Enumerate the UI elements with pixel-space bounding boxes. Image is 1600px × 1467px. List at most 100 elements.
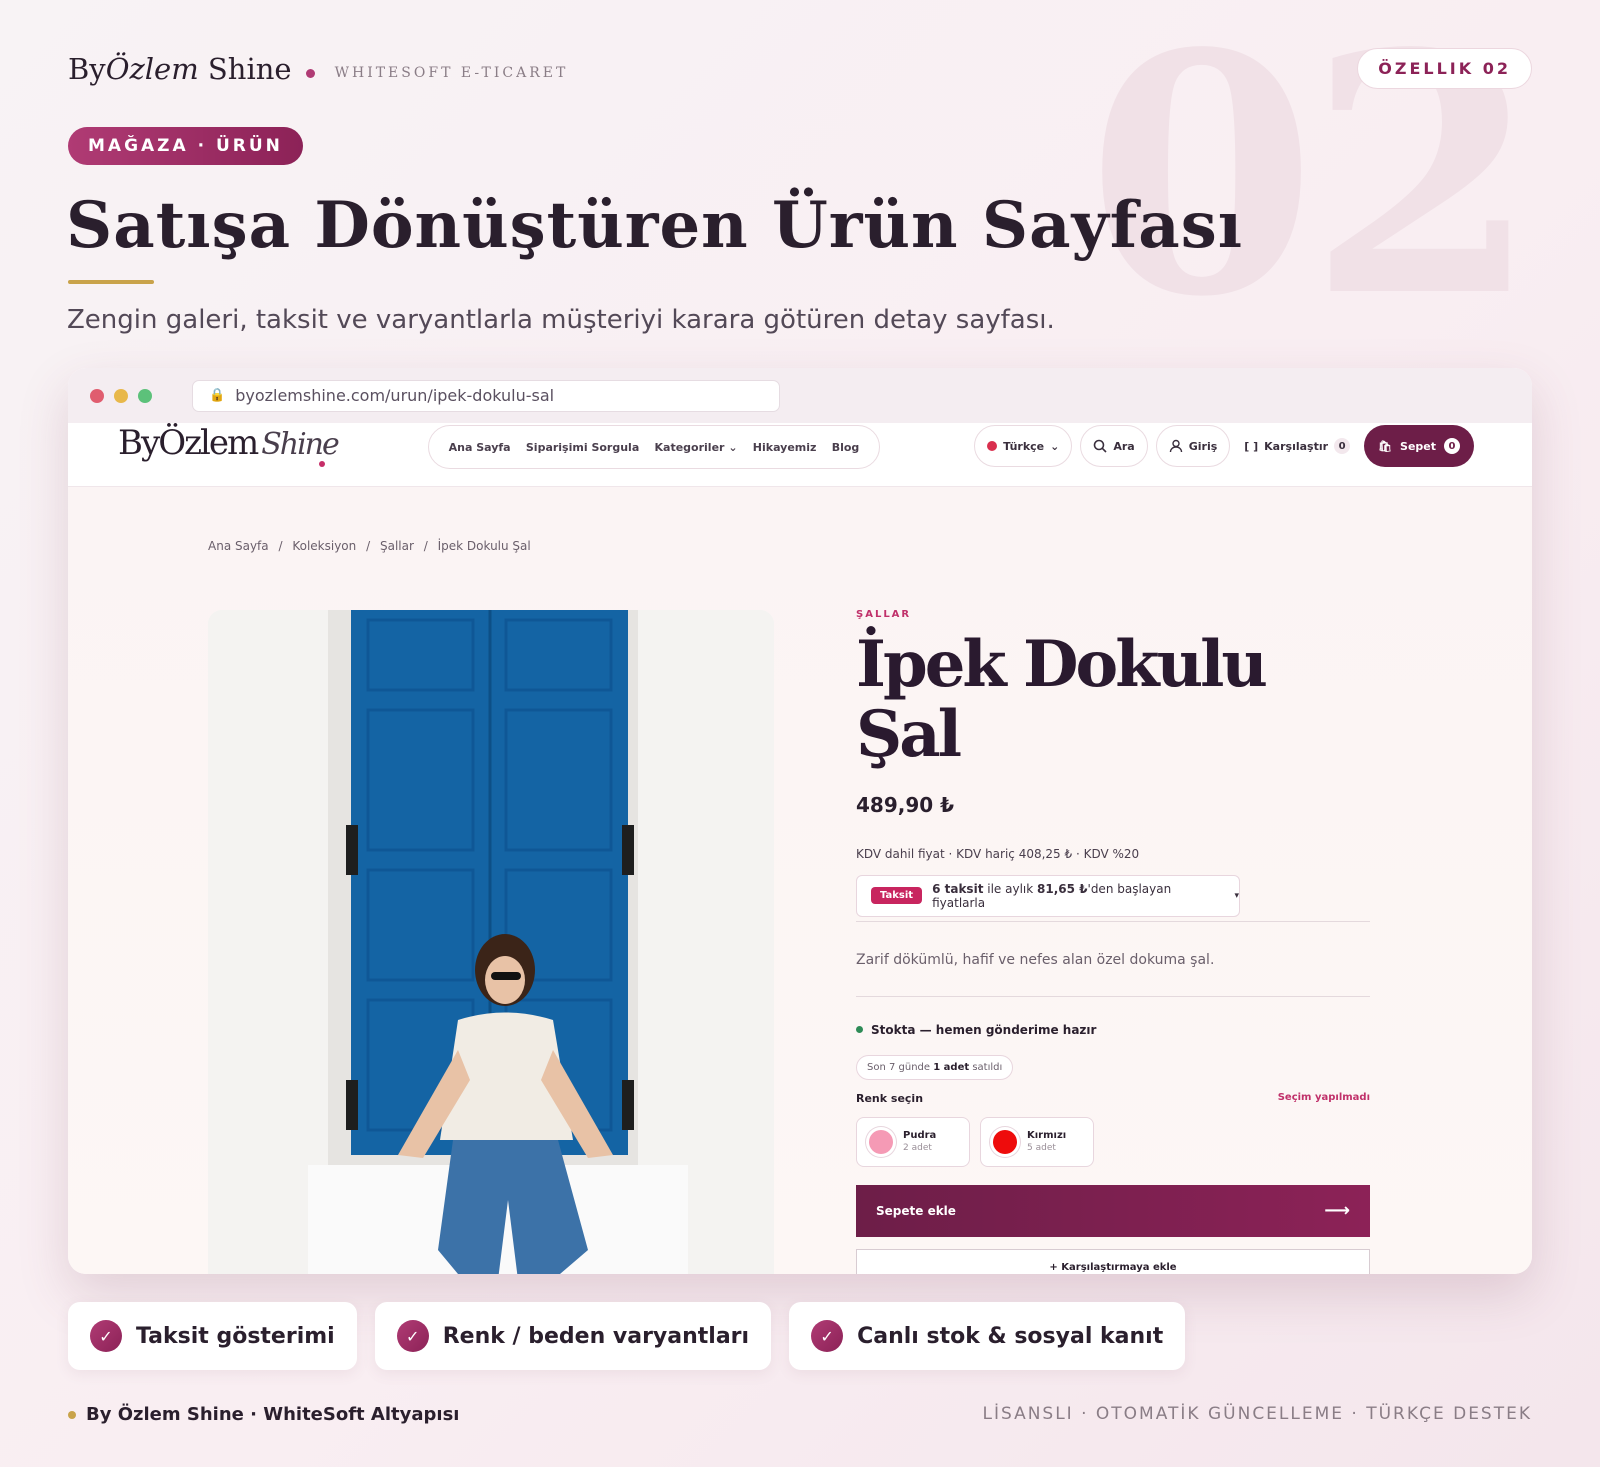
nav-actions: Türkçe ⌄ Ara Giriş [ ] Karşılaştır 0 🛍 S… [974, 425, 1474, 467]
minimize-dot[interactable] [114, 388, 128, 403]
browser-window: 🔒 byozlemshine.com/urun/ipek-dokulu-sal … [68, 368, 1532, 1274]
browser-chrome: 🔒 byozlemshine.com/urun/ipek-dokulu-sal [68, 368, 1532, 423]
stock-dot-icon [856, 1026, 863, 1034]
product-description: Zarif dökümlü, hafif ve nefes alan özel … [856, 951, 1215, 968]
login-label: Giriş [1188, 439, 1218, 453]
menu-item-story[interactable]: Hikayemiz [753, 441, 817, 454]
cart-count: 0 [1444, 438, 1460, 454]
breadcrumb-sep: / [366, 539, 371, 553]
caret-down-icon: ▾ [1234, 890, 1239, 901]
compare-count: 0 [1334, 438, 1351, 454]
breadcrumb-category[interactable]: Şallar [380, 539, 414, 553]
product-info: ŞALLAR İpek Dokulu Şal 489,90 ₺ KDV dahi… [856, 609, 1370, 1274]
compare-icon: [ ] [1244, 439, 1259, 453]
social-proof-badge: Son 7 günde 1 adet satıldı [856, 1054, 1014, 1080]
breadcrumb-home[interactable]: Ana Sayfa [208, 539, 269, 553]
feature-label: Renk / beden varyantları [442, 1323, 750, 1349]
cart-button[interactable]: 🛍 Sepet 0 [1364, 425, 1474, 467]
logo-dot [319, 461, 325, 467]
menu-item-blog[interactable]: Blog [832, 441, 860, 454]
feature-chip: ✓ Canlı stok & sosyal kanıt [789, 1302, 1186, 1370]
section-tag: MAĞAZA · ÜRÜN [68, 127, 303, 165]
color-option-pudra[interactable]: Pudra 2 adet [856, 1116, 970, 1167]
menu-item-order-track[interactable]: Siparişimi Sorgula [526, 441, 639, 454]
feature-chips: ✓ Taksit gösterimi ✓ Renk / beden varyan… [68, 1302, 1186, 1370]
feature-chip: ✓ Renk / beden varyantları [374, 1302, 772, 1370]
color-swatches: Pudra 2 adet Kırmızı 5 adet [856, 1116, 1370, 1167]
subbrand: WHITESOFT E-TICARET [334, 65, 569, 81]
product-image[interactable] [208, 610, 774, 1274]
breadcrumb-sep: / [423, 539, 428, 553]
product-page: Ana Sayfa / Koleksiyon / Şallar / İpek D… [68, 487, 1532, 1274]
brand-dot [305, 68, 315, 78]
brand-name: ByÖzlem Shine [68, 52, 292, 86]
add-to-compare-button[interactable]: + Karşılaştırmaya ekle [856, 1248, 1370, 1274]
color-option-kirmizi[interactable]: Kırmızı 5 adet [980, 1116, 1094, 1167]
title-underline [68, 280, 154, 284]
close-dot[interactable] [90, 388, 104, 403]
product-title: İpek Dokulu Şal [856, 627, 1268, 773]
check-icon: ✓ [90, 1320, 122, 1352]
breadcrumb: Ana Sayfa / Koleksiyon / Şallar / İpek D… [208, 539, 537, 553]
page-subtitle: Zengin galeri, taksit ve varyantlarla mü… [67, 305, 1055, 335]
installment-badge: Taksit [871, 887, 923, 905]
color-swatch [993, 1129, 1017, 1154]
search-icon [1094, 439, 1107, 453]
bag-icon: 🛍 [1378, 439, 1393, 453]
breadcrumb-current: İpek Dokulu Şal [437, 539, 531, 553]
menu-item-categories[interactable]: Kategoriler ⌄ [655, 441, 738, 454]
footer-dot [68, 1410, 76, 1419]
maximize-dot[interactable] [138, 388, 152, 403]
tax-info: KDV dahil fiyat · KDV hariç 408,25 ₺ · K… [856, 846, 1140, 861]
language-button[interactable]: Türkçe ⌄ [974, 425, 1073, 467]
site-logo[interactable]: ByÖzlem Shine [118, 423, 340, 463]
color-warning: Seçim yapılmadı [1277, 1091, 1370, 1103]
feature-label: Taksit gösterimi [136, 1323, 335, 1349]
feature-pill: ÖZELLIK 02 [1357, 48, 1532, 89]
login-button[interactable]: Giriş [1155, 425, 1231, 467]
breadcrumb-collection[interactable]: Koleksiyon [292, 539, 356, 553]
product-category[interactable]: ŞALLAR [856, 609, 1370, 620]
check-icon: ✓ [811, 1320, 844, 1352]
feature-chip: ✓ Taksit gösterimi [68, 1302, 357, 1370]
arrow-right-icon: ⟶ [1324, 1200, 1350, 1222]
product-price: 489,90 ₺ [856, 792, 955, 817]
user-icon [1169, 439, 1182, 453]
address-bar[interactable]: 🔒 byozlemshine.com/urun/ipek-dokulu-sal [192, 379, 780, 412]
color-swatch [869, 1129, 893, 1154]
stock-text: Stokta — hemen gönderime hazır [871, 1022, 1097, 1037]
header-brand: ByÖzlem Shine WHITESOFT E-TICARET [68, 52, 568, 86]
installment-box[interactable]: Taksit 6 taksit ile aylık 81,65 ₺'den ba… [856, 874, 1240, 917]
site-navbar: ByÖzlem Shine Ana Sayfa Siparişimi Sorgul… [68, 423, 1532, 487]
stock-status: Stokta — hemen gönderime hazır [856, 1023, 1370, 1037]
cart-label: Sepet [1400, 439, 1436, 453]
search-label: Ara [1113, 439, 1135, 453]
add-to-cart-label: Sepete ekle [876, 1203, 956, 1218]
search-button[interactable]: Ara [1080, 425, 1148, 467]
chevron-down-icon: ⌄ [1050, 439, 1060, 453]
installment-text: 6 taksit ile aylık 81,65 ₺'den başlayan … [932, 881, 1172, 910]
compare-button[interactable]: [ ] Karşılaştır 0 [1238, 425, 1356, 467]
product-photo [208, 610, 774, 1274]
divider [856, 920, 1370, 922]
breadcrumb-sep: / [278, 539, 283, 553]
compare-label: Karşılaştır [1264, 439, 1329, 453]
url-text: byozlemshine.com/urun/ipek-dokulu-sal [235, 386, 555, 405]
divider [856, 995, 1370, 997]
language-label: Türkçe [1003, 439, 1045, 453]
main-menu: Ana Sayfa Siparişimi Sorgula Kategoriler… [428, 425, 880, 469]
check-icon: ✓ [396, 1320, 429, 1352]
color-option-text: Pudra 2 adet [903, 1130, 937, 1154]
add-to-cart-button[interactable]: Sepete ekle ⟶ [856, 1184, 1370, 1237]
color-label: Renk seçin [856, 1091, 924, 1105]
footer-tagline: LİSANSLI · OTOMATİK GÜNCELLEME · TÜRKÇE … [982, 1404, 1532, 1424]
feature-label: Canlı stok & sosyal kanıt [857, 1323, 1164, 1349]
lock-icon: 🔒 [209, 388, 226, 403]
chevron-down-icon: ⌄ [728, 440, 738, 454]
menu-item-home[interactable]: Ana Sayfa [449, 441, 511, 454]
footer-brand: By Özlem Shine · WhiteSoft Altyapısı [68, 1404, 459, 1425]
color-selector-header: Renk seçin Seçim yapılmadı [856, 1092, 1370, 1105]
flag-icon [987, 441, 998, 451]
footer-brand-text: By Özlem Shine · WhiteSoft Altyapısı [86, 1404, 460, 1425]
color-option-text: Kırmızı 5 adet [1027, 1130, 1067, 1154]
